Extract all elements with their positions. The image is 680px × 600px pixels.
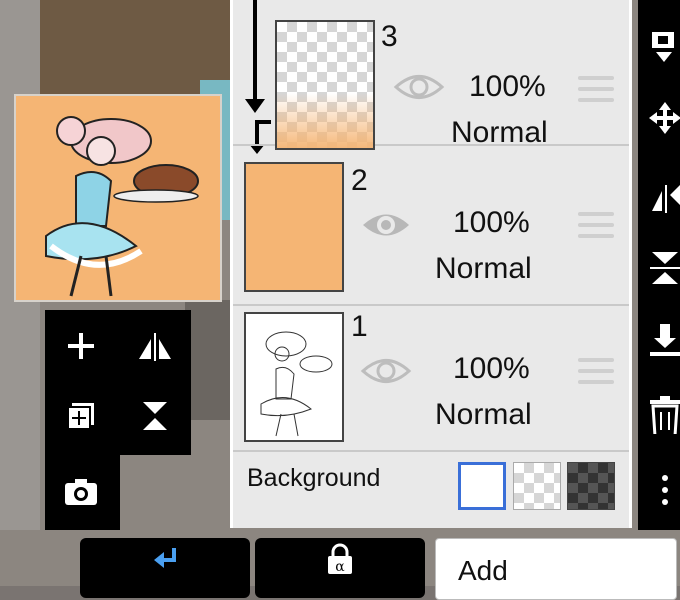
- merge-layer-button[interactable]: [125, 386, 185, 446]
- canvas-region: [185, 300, 230, 420]
- alpha-lock-icon: α: [328, 543, 352, 575]
- layer-blend-mode[interactable]: Normal: [435, 398, 532, 432]
- eye-icon[interactable]: [393, 70, 445, 104]
- plus-icon: [68, 333, 94, 359]
- svg-text:α: α: [335, 559, 345, 575]
- left-toolbox: [45, 310, 191, 455]
- layer-thumbnail: [275, 20, 375, 150]
- camera-button[interactable]: [51, 461, 111, 521]
- duplicate-layer-button[interactable]: [51, 386, 111, 446]
- background-label: Background: [247, 464, 381, 492]
- drag-handle-icon[interactable]: [578, 358, 614, 391]
- character-illustration: [45, 116, 199, 297]
- merge-down-icon: [143, 402, 167, 430]
- layer-row[interactable]: 1 100% Normal: [233, 306, 629, 452]
- eye-icon[interactable]: [360, 354, 412, 388]
- camera-icon: [65, 479, 97, 505]
- sketch-thumbnail: [260, 331, 333, 437]
- move-icon[interactable]: [648, 100, 680, 140]
- layer-thumbnail: [244, 162, 344, 292]
- layer-row[interactable]: 2 100% Normal: [233, 160, 629, 306]
- background-white-swatch[interactable]: [458, 462, 506, 510]
- download-layer-icon[interactable]: [648, 320, 680, 360]
- right-toolbar: [638, 0, 680, 530]
- drag-handle-icon[interactable]: [578, 212, 614, 245]
- left-toolbox-lower: [45, 455, 120, 530]
- layer-row[interactable]: 3 100% Normal: [233, 0, 629, 150]
- layer-number: 3: [381, 20, 398, 53]
- background-dark-swatch[interactable]: [567, 462, 615, 510]
- layer-blend-mode[interactable]: Normal: [435, 252, 532, 286]
- layer-select-icon[interactable]: [648, 28, 680, 68]
- layers-panel: 3 100% Normal 2 100% Normal 1 100% Norma…: [230, 0, 632, 528]
- merge-icon[interactable]: [648, 248, 680, 288]
- add-layer-menu-button[interactable]: Add: [435, 538, 677, 600]
- duplicate-icon: [67, 403, 94, 430]
- layer-blend-mode[interactable]: Normal: [451, 116, 548, 150]
- alpha-lock-button[interactable]: α: [255, 538, 425, 598]
- layer-opacity: 100%: [453, 206, 530, 239]
- flip-rotate-icon[interactable]: [648, 175, 680, 215]
- drag-handle-icon[interactable]: [578, 76, 614, 109]
- layer-opacity: 100%: [453, 352, 530, 385]
- eye-icon[interactable]: [360, 208, 412, 242]
- layer-thumbnail: [244, 312, 344, 442]
- layer-number: 2: [351, 164, 368, 197]
- more-options-icon[interactable]: [648, 470, 680, 510]
- flip-horizontal-icon: [139, 333, 171, 361]
- layer-opacity: 100%: [469, 70, 546, 103]
- add-layer-button[interactable]: [51, 316, 111, 376]
- clipping-button[interactable]: [80, 538, 250, 598]
- layer-number: 1: [351, 310, 368, 343]
- canvas-preview: [14, 94, 222, 302]
- add-label: Add: [458, 555, 508, 586]
- background-row: Background: [233, 450, 629, 516]
- trash-icon[interactable]: [648, 394, 680, 434]
- background-transparent-swatch[interactable]: [513, 462, 561, 510]
- clipping-arrow-icon: [154, 548, 176, 568]
- flip-layer-button[interactable]: [125, 316, 185, 376]
